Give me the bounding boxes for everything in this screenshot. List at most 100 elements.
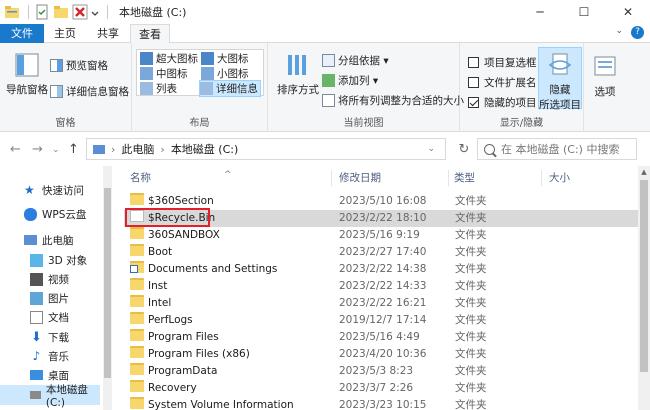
download-icon: ⬇ [31,329,42,345]
group-label-show-hide: 显示/隐藏 [499,118,544,129]
maximize-button[interactable]: ☐ [562,0,606,24]
table-row[interactable]: Inst 2023/2/22 14:33 文件夹 [124,278,638,295]
properties-icon[interactable] [34,4,50,20]
picture-icon [30,291,43,305]
add-column-button[interactable]: 添加列 ▾ [322,73,378,88]
file-name: Boot [148,246,173,258]
tab-view[interactable]: 查看 [130,24,170,44]
layout-extra-large-icons[interactable]: 超大图标 [140,51,198,66]
table-row[interactable]: 360SANDBOX 2023/5/16 9:19 文件夹 [124,227,638,244]
table-row[interactable]: ProgramData 2023/5/3 8:23 文件夹 [124,363,638,380]
nav-item-pictures[interactable]: 图片 [0,288,100,308]
layout-medium-icons[interactable]: 中图标 [140,66,188,81]
back-arrow-icon[interactable]: ← [10,142,21,157]
chevron-right-icon[interactable]: › [160,143,164,156]
help-icon[interactable]: ? [631,26,644,39]
nav-item-this-pc[interactable]: 此电脑 [0,230,100,250]
cloud-icon [24,207,37,221]
scrollbar-thumb[interactable] [640,180,648,372]
forward-arrow-icon[interactable]: → [32,142,43,157]
chevron-down-icon[interactable]: ⌄ [427,144,435,154]
minimize-button[interactable]: ─ [518,0,562,24]
file-type: 文件夹 [455,399,487,410]
nav-item-music[interactable]: ♪ 音乐 [0,346,100,366]
nav-pane-scrollbar[interactable] [103,166,112,410]
nav-item-local-disk-c[interactable]: 本地磁盘 (C:) [0,384,100,409]
close-button[interactable]: ✕ [606,0,650,24]
column-header-size[interactable]: 大小 [549,166,570,190]
layout-list[interactable]: 列表 [140,81,177,96]
sort-by-button[interactable]: 排序方式 [276,51,320,97]
scrollbar-thumb[interactable] [104,188,111,378]
breadcrumb-this-pc[interactable]: 此电脑 [121,141,154,157]
file-date: 2023/5/10 16:08 [339,195,427,207]
title-bar: 本地磁盘 (C:) ─ ☐ ✕ [0,0,650,24]
file-type: 文件夹 [455,297,487,309]
address-bar[interactable]: › 此电脑 › 本地磁盘 (C:) ⌄ [86,138,446,160]
chevron-down-icon[interactable]: ⌄ [52,145,60,155]
delete-icon[interactable] [72,4,88,20]
window-title: 本地磁盘 (C:) [119,6,187,19]
file-date: 2023/2/22 16:21 [339,297,427,309]
nav-item-3d-objects[interactable]: 3D 对象 [0,250,100,270]
table-row[interactable]: Program Files (x86) 2023/4/20 10:36 文件夹 [124,346,638,363]
new-folder-icon[interactable] [53,4,69,20]
checkbox[interactable] [468,57,479,68]
refresh-icon[interactable]: ↻ [452,138,476,160]
nav-item-videos[interactable]: 视频 [0,269,100,289]
group-label-panes: 窗格 [55,118,76,129]
table-row[interactable]: System Volume Information 2023/3/23 10:1… [124,397,638,410]
nav-item-wps-cloud[interactable]: WPS云盘 [0,204,100,224]
table-row[interactable]: Boot 2023/2/27 17:40 文件夹 [124,244,638,261]
highlight-box [125,208,210,227]
table-row[interactable]: Intel 2023/2/22 16:21 文件夹 [124,295,638,312]
navigation-pane-button[interactable]: 导航窗格 [4,51,50,97]
item-checkboxes-toggle[interactable]: 项目复选框 [468,55,537,70]
tab-share[interactable]: 共享 [86,24,130,43]
file-date: 2023/4/20 10:36 [339,348,427,360]
details-icon [200,82,213,95]
table-row[interactable]: Recovery 2023/3/7 2:26 文件夹 [124,380,638,397]
collapse-ribbon-icon[interactable]: ⌄ [615,26,623,39]
chevron-right-icon[interactable]: › [111,143,115,156]
layout-details[interactable]: 详细信息 [199,80,261,97]
column-header-date[interactable]: 修改日期 [339,166,381,190]
chevron-down-icon[interactable] [91,4,99,20]
options-button[interactable]: 选项 [588,53,622,99]
group-by-button[interactable]: 分组依据 ▾ [322,53,389,68]
search-input[interactable]: 在 本地磁盘 (C:) 中搜索 [477,138,637,160]
preview-pane-button[interactable]: 预览窗格 [50,58,108,73]
layout-small-icons[interactable]: 小图标 [201,66,249,81]
file-type: 文件夹 [455,229,487,241]
nav-item-quick-access[interactable]: ★ 快速访问 [0,180,100,200]
scroll-up-arrow-icon[interactable]: ▲ [638,168,650,176]
up-arrow-icon[interactable]: ↑ [68,142,79,157]
breadcrumb-local-disk[interactable]: 本地磁盘 (C:) [171,141,238,157]
checkbox[interactable] [468,77,479,88]
file-type: 文件夹 [455,348,487,360]
layout-large-icons[interactable]: 大图标 [201,51,249,66]
nav-item-documents[interactable]: 文档 [0,307,100,327]
table-row[interactable]: PerfLogs 2019/12/7 17:14 文件夹 [124,312,638,329]
file-list-scrollbar[interactable]: ▲ [638,166,650,410]
fit-columns-button[interactable]: 将所有列调整为合适的大小 [322,93,464,108]
file-extensions-toggle[interactable]: 文件扩展名 [468,75,537,90]
hidden-items-toggle[interactable]: 隐藏的项目 [468,95,537,110]
file-type: 文件夹 [455,280,487,292]
tab-file[interactable]: 文件 [0,24,44,43]
checkbox-checked[interactable] [468,97,479,108]
table-row[interactable]: Program Files 2023/5/16 4:49 文件夹 [124,329,638,346]
details-pane-icon [50,85,63,98]
explorer-folder-icon[interactable] [4,4,20,20]
column-header-name[interactable]: 名称 [130,166,151,190]
details-pane-button[interactable]: 详细信息窗格 [50,84,129,99]
ribbon-group-current-view: 排序方式 分组依据 ▾ 添加列 ▾ 将所有列调整为合适的大小 当前视图 [268,43,464,132]
folder-icon [130,380,144,392]
column-header-type[interactable]: 类型 [454,166,475,190]
hide-selected-items-button[interactable]: 隐藏 所选项目 [538,47,582,111]
folder-icon [130,193,144,205]
tab-home[interactable]: 主页 [44,24,86,43]
nav-item-downloads[interactable]: ⬇ 下载 [0,327,100,347]
file-list: 名称 修改日期 类型 大小 ^ $360Section 2023/5/10 16… [116,166,638,410]
table-row[interactable]: Documents and Settings 2023/2/22 14:38 文… [124,261,638,278]
